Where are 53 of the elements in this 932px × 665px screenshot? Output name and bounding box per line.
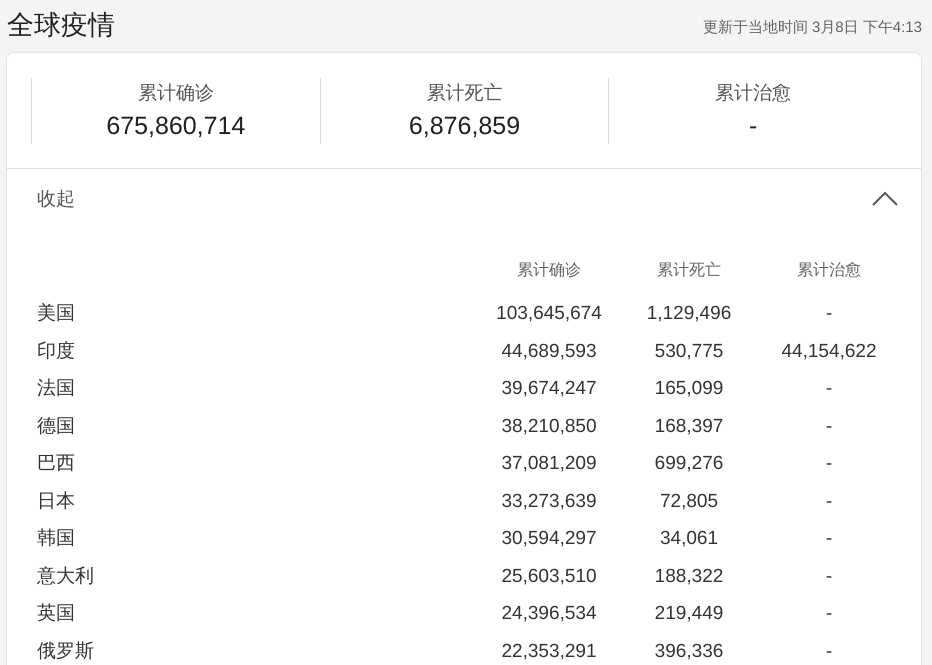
table-cell: 44,154,622 (781, 340, 877, 362)
table-cell: - (826, 640, 832, 662)
table-cell: - (826, 490, 832, 512)
collapse-button[interactable]: 收起 (37, 186, 75, 212)
table-cell: 39,674,247 (501, 378, 597, 399)
table-cell: 1,129,496 (646, 303, 732, 324)
table-cell: 168,397 (654, 416, 724, 436)
table-cell: 44,689,593 (501, 340, 597, 362)
stat-value: 675,860,714 (106, 112, 246, 141)
stat-value: - (749, 112, 758, 141)
region-name: 韩国 (37, 527, 76, 551)
table-cell: - (826, 566, 832, 586)
update-time: 更新于当地时间 3月8日 下午4:13 (702, 18, 922, 36)
table-cell: 24,396,534 (501, 603, 597, 624)
table-cell: 37,081,209 (501, 453, 597, 474)
table-cell: - (826, 453, 832, 474)
region-name: 日本 (37, 490, 76, 514)
region-name: 德国 (37, 414, 76, 438)
table-cell: - (826, 416, 832, 436)
region-name: 俄罗斯 (37, 640, 95, 664)
table-cell: 30,594,297 (501, 528, 597, 549)
region-name: 英国 (37, 602, 76, 626)
region-name: 意大利 (37, 564, 95, 588)
table-cell: - (826, 303, 832, 324)
chevron-up-icon[interactable] (871, 190, 899, 208)
region-name: 巴西 (37, 452, 76, 476)
region-name: 法国 (37, 377, 76, 401)
stat-label: 累计确诊 (138, 82, 214, 106)
table-cell: 33,273,639 (501, 490, 597, 512)
stat-label: 累计死亡 (426, 82, 502, 106)
table-cell: 530,775 (654, 340, 724, 362)
table-cell: 219,449 (654, 603, 724, 624)
page-title: 全球疫情 (7, 9, 115, 42)
table-cell: 103,645,674 (496, 303, 602, 324)
table-cell: 38,210,850 (501, 416, 597, 436)
stat-value: 6,876,859 (408, 112, 520, 141)
table-cell: 165,099 (654, 378, 724, 399)
table-cell: - (826, 378, 832, 399)
table-cell: 34,061 (660, 528, 718, 549)
stat-label: 累计治愈 (715, 82, 792, 106)
table-cell: - (826, 603, 832, 624)
table-cell: 25,603,510 (501, 566, 597, 586)
region-name: 美国 (37, 302, 76, 326)
table-cell: 396,336 (654, 640, 724, 662)
table-cell: 699,276 (654, 453, 724, 474)
region-name: 印度 (37, 340, 76, 364)
column-header: 累计死亡 (656, 260, 722, 281)
table-cell: 72,805 (660, 490, 718, 512)
table-cell: 22,353,291 (501, 640, 597, 662)
table-cell: - (826, 528, 832, 549)
table-cell: 188,322 (654, 566, 724, 586)
column-header: 累计确诊 (516, 260, 582, 281)
column-header: 累计治愈 (796, 260, 862, 281)
